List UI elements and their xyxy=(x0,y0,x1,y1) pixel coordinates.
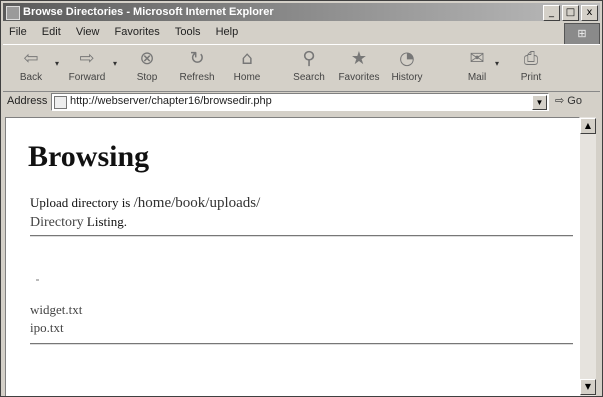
menu-help[interactable]: Help xyxy=(216,26,239,38)
forward-button[interactable]: ⇨ Forward xyxy=(65,47,109,87)
print-label: Print xyxy=(520,72,542,83)
upload-path: /home/book/uploads/ xyxy=(133,195,261,211)
menu-file[interactable]: File xyxy=(9,26,27,38)
standard-toolbar: ⇦ Back ▾ ⇨ Forward ▾ ⊗ Stop ↻ Refresh ⌂ … xyxy=(3,44,600,92)
search-icon: ⚲ xyxy=(302,48,316,69)
forward-arrow-icon: ⇨ xyxy=(79,48,95,69)
scroll-up-button[interactable]: ▲ xyxy=(580,118,596,134)
refresh-icon: ↻ xyxy=(189,48,205,69)
title-bar[interactable]: Browse Directories - Microsoft Internet … xyxy=(3,3,600,21)
print-button[interactable]: ⎙ Print xyxy=(509,47,553,87)
go-arrow-icon: ⇨ xyxy=(555,95,565,107)
back-arrow-icon: ⇦ xyxy=(23,48,39,69)
upload-prefix: Upload directory is xyxy=(30,195,134,210)
stop-label: Stop xyxy=(136,72,158,83)
favorites-button[interactable]: ★ Favorites xyxy=(337,47,381,87)
directory-listing-line: Directory Listing. xyxy=(30,214,127,231)
favorites-icon: ★ xyxy=(350,48,368,69)
mail-button[interactable]: ✉ Mail xyxy=(455,47,499,87)
close-button[interactable]: x xyxy=(581,5,598,21)
vertical-scrollbar[interactable]: ▲ ▼ xyxy=(580,117,596,396)
divider-bottom xyxy=(30,343,573,345)
search-button[interactable]: ⚲ Search xyxy=(287,47,331,87)
browser-window: Browse Directories - Microsoft Internet … xyxy=(0,0,603,397)
scroll-down-button[interactable]: ▼ xyxy=(580,379,596,395)
page-icon xyxy=(54,96,67,109)
home-button[interactable]: ⌂ Home xyxy=(225,47,269,87)
maximize-button[interactable]: □ xyxy=(562,5,579,21)
home-label: Home xyxy=(233,72,261,83)
listing-rest: Listing. xyxy=(83,214,127,229)
stop-button[interactable]: ⊗ Stop xyxy=(125,47,169,87)
history-icon: ◔ xyxy=(399,48,415,69)
search-label: Search xyxy=(293,72,325,83)
address-dropdown-icon[interactable]: ▼ xyxy=(532,95,547,110)
page-heading: Browsing xyxy=(28,140,150,173)
favorites-label: Favorites xyxy=(338,72,380,83)
window-controls: _ □ x xyxy=(541,5,598,21)
refresh-button[interactable]: ↻ Refresh xyxy=(175,47,219,87)
page-content: Browsing Upload directory is /home/book/… xyxy=(5,117,580,396)
stop-icon: ⊗ xyxy=(139,48,155,69)
minimize-button[interactable]: _ xyxy=(543,5,560,21)
refresh-label: Refresh xyxy=(179,72,215,83)
home-icon: ⌂ xyxy=(241,48,253,69)
history-button[interactable]: ◔ History xyxy=(385,47,429,87)
history-label: History xyxy=(391,72,423,83)
listing-dot xyxy=(36,279,39,281)
forward-label: Forward xyxy=(68,72,106,83)
address-url[interactable]: http://webserver/chapter16/browsedir.php xyxy=(70,95,272,107)
address-bar: Address http://webserver/chapter16/brows… xyxy=(3,91,600,113)
back-button[interactable]: ⇦ Back xyxy=(9,47,53,87)
forward-dropdown-icon[interactable]: ▾ xyxy=(113,59,117,68)
menu-tools[interactable]: Tools xyxy=(175,26,201,38)
print-icon: ⎙ xyxy=(523,48,539,69)
window-title: Browse Directories - Microsoft Internet … xyxy=(23,6,274,18)
mail-icon: ✉ xyxy=(469,48,485,69)
back-dropdown-icon[interactable]: ▾ xyxy=(55,59,59,68)
divider-top xyxy=(30,235,573,237)
file-item-widget[interactable]: widget.txt xyxy=(30,302,82,318)
address-field[interactable]: http://webserver/chapter16/browsedir.php… xyxy=(51,93,549,111)
menu-edit[interactable]: Edit xyxy=(42,26,61,38)
mail-label: Mail xyxy=(467,72,487,83)
back-label: Back xyxy=(19,72,43,83)
menu-view[interactable]: View xyxy=(76,26,100,38)
go-button[interactable]: ⇨ Go xyxy=(555,94,582,107)
menu-bar: File Edit View Favorites Tools Help xyxy=(3,23,600,41)
ie-app-icon xyxy=(6,6,20,20)
menu-favorites[interactable]: Favorites xyxy=(115,26,160,38)
file-item-ipo[interactable]: ipo.txt xyxy=(30,320,64,336)
listing-dir: Directory xyxy=(30,215,84,230)
address-label: Address xyxy=(7,95,48,107)
upload-directory-line: Upload directory is /home/book/uploads/ xyxy=(30,195,260,212)
mail-dropdown-icon[interactable]: ▾ xyxy=(495,59,499,68)
windows-logo-icon: ⊞ xyxy=(564,23,600,45)
go-label: Go xyxy=(567,95,582,107)
